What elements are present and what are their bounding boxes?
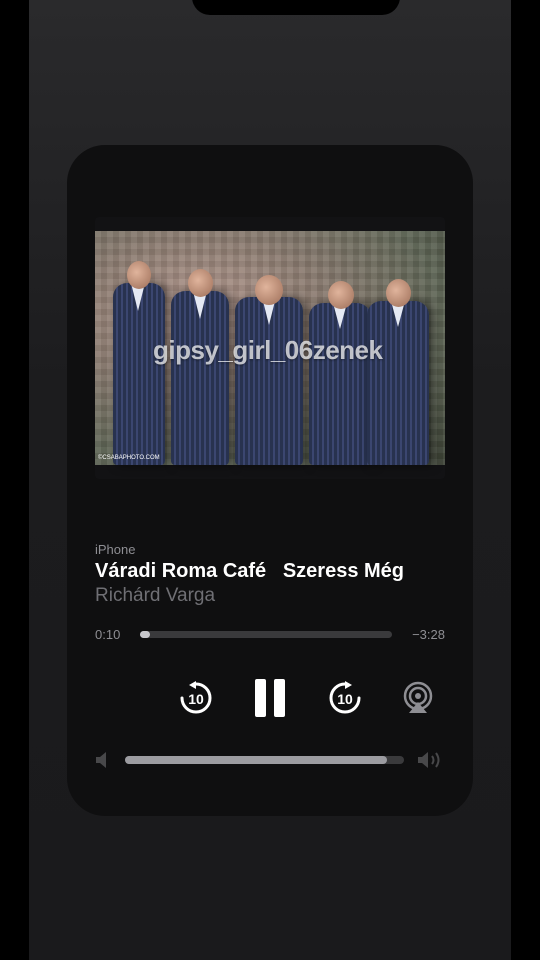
skip-back-seconds: 10: [188, 691, 204, 707]
volume-high-icon: [418, 752, 440, 768]
artwork-watermark: gipsy_girl_06zenek: [153, 335, 383, 365]
volume-low-icon: [96, 752, 106, 768]
skip-forward-button[interactable]: 10: [326, 679, 364, 717]
playback-scrubber[interactable]: [140, 631, 392, 638]
now-playing-card: gipsy_girl_06zenek ©CSABAPHOTO.COM iPhon…: [67, 145, 473, 816]
pause-icon: [255, 679, 285, 717]
playback-source: iPhone: [95, 542, 136, 557]
skip-back-button[interactable]: 10: [177, 679, 215, 717]
airplay-button[interactable]: [400, 680, 436, 716]
album-artwork: gipsy_girl_06zenek ©CSABAPHOTO.COM: [95, 217, 445, 479]
photo-credit: ©CSABAPHOTO.COM: [98, 455, 160, 461]
scrubber-progress: [140, 631, 151, 638]
lock-screen-background: gipsy_girl_06zenek ©CSABAPHOTO.COM iPhon…: [29, 0, 511, 960]
remaining-time: −3:28: [412, 627, 445, 642]
track-artist: Richárd Varga: [95, 585, 216, 606]
artwork-photo: gipsy_girl_06zenek ©CSABAPHOTO.COM: [95, 231, 445, 465]
dynamic-island: [192, 0, 400, 15]
airplay-icon: [403, 681, 433, 713]
skip-back-10-icon: 10: [180, 681, 212, 714]
volume-level: [125, 756, 388, 764]
skip-forward-10-icon: 10: [329, 681, 361, 714]
elapsed-time: 0:10: [95, 627, 121, 642]
track-title: Váradi Roma Café Szeress Még: [95, 560, 405, 582]
pause-button[interactable]: [251, 677, 289, 719]
volume-slider[interactable]: [125, 756, 404, 764]
skip-forward-seconds: 10: [337, 691, 353, 707]
